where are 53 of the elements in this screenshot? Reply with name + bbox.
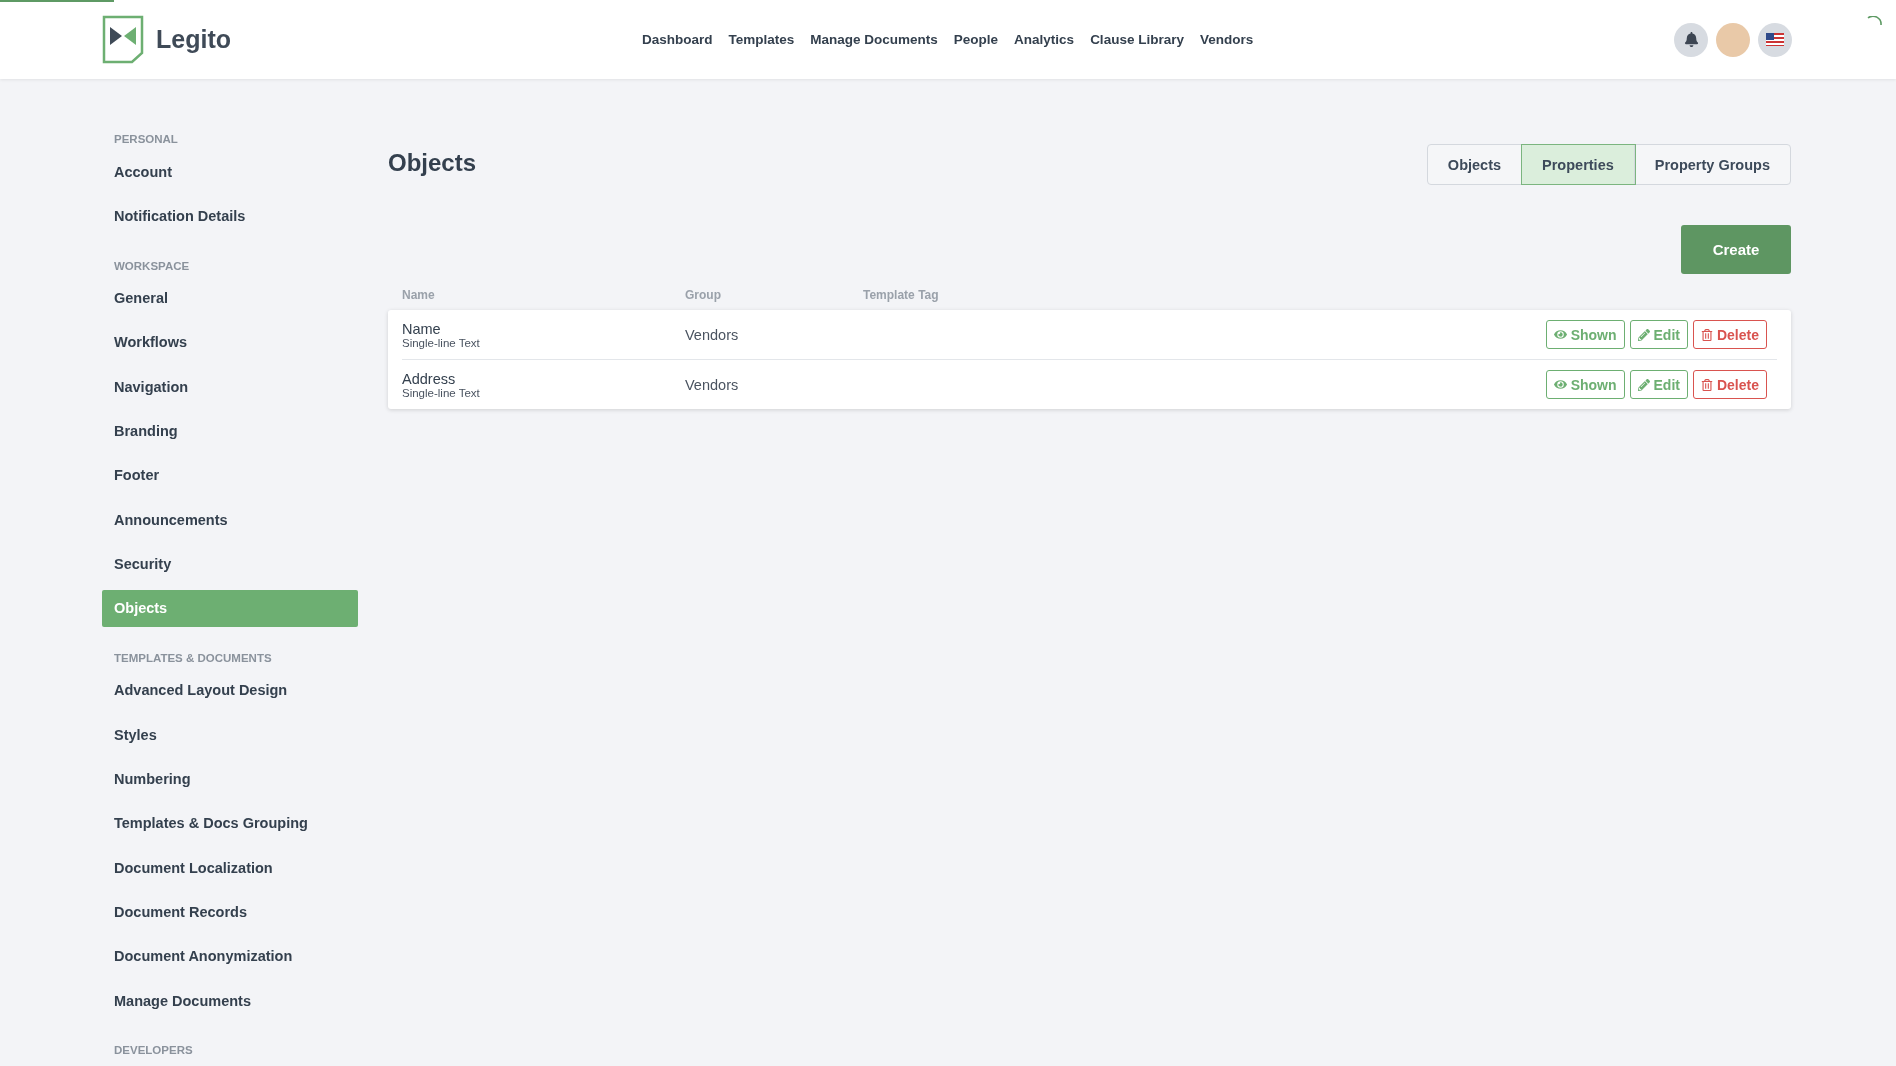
property-type: Single-line Text (402, 336, 481, 349)
page-title: Objects (388, 149, 477, 177)
column-header: Group (685, 288, 722, 302)
property-type: Single-line Text (402, 386, 481, 399)
sidebar-section-heading: WORKSPACE (113, 259, 191, 272)
sidebar-item[interactable]: Workflows (102, 323, 358, 361)
sidebar-item[interactable]: Notification Details (102, 197, 358, 235)
delete-button[interactable]: Delete (1692, 320, 1767, 349)
sidebar-item[interactable]: Styles (102, 716, 358, 754)
notification-bell-icon[interactable] (1674, 22, 1708, 57)
pencil-icon (1637, 328, 1650, 341)
sidebar-item[interactable]: Security (102, 545, 358, 583)
sidebar-item[interactable]: Advanced Layout Design (102, 671, 358, 709)
sidebar-item[interactable]: Navigation (102, 368, 358, 406)
sidebar-section-heading: TEMPLATES & DOCUMENTS (113, 651, 273, 664)
sidebar-item[interactable]: Document Records (102, 893, 358, 931)
nav-link[interactable]: Templates (728, 32, 795, 47)
sidebar-item[interactable]: Announcements (102, 501, 358, 539)
group-cell-text: Vendors (685, 326, 740, 343)
pencil-icon (1637, 378, 1650, 391)
delete-button[interactable]: Delete (1692, 370, 1767, 399)
eye-icon (1553, 378, 1567, 391)
sidebar-item[interactable]: Account (102, 153, 358, 190)
sidebar-section-heading: DEVELOPERS (113, 1044, 194, 1057)
sidebar-item[interactable]: Templates & Docs Grouping (102, 804, 358, 842)
sidebar-item[interactable]: Manage Documents (102, 982, 358, 1020)
language-flag-icon[interactable] (1758, 22, 1792, 57)
nav-link[interactable]: Vendors (1199, 32, 1254, 47)
sidebar-item[interactable]: General (102, 279, 358, 317)
loading-spinner-icon (1867, 16, 1882, 26)
sidebar-item[interactable]: Footer (102, 456, 358, 494)
sidebar-section-heading: PERSONAL (113, 133, 179, 145)
property-name: Address (402, 370, 457, 387)
sidebar-item[interactable]: Document Localization (102, 849, 358, 887)
sidebar-item[interactable]: Numbering (102, 760, 358, 798)
column-header: Name (402, 288, 436, 302)
nav-link[interactable]: Dashboard (642, 32, 713, 47)
nav-link[interactable]: Manage Documents (810, 32, 938, 47)
tab[interactable]: Properties (1522, 145, 1635, 184)
nav-link[interactable]: Clause Library (1090, 32, 1184, 47)
logo-text: Legito (156, 25, 231, 54)
property-name: Name (402, 320, 442, 337)
tab[interactable]: Property Groups (1634, 145, 1790, 184)
nav-link[interactable]: People (953, 32, 999, 47)
sidebar-item[interactable]: Document Anonymization (102, 937, 358, 975)
sidebar-item[interactable]: Branding (102, 412, 358, 450)
trash-icon (1700, 378, 1713, 391)
column-header: Template Tag (863, 288, 940, 302)
trash-icon (1700, 328, 1713, 341)
group-cell-text: Vendors (685, 376, 740, 393)
nav-link[interactable]: Analytics (1014, 32, 1075, 47)
eye-icon (1553, 328, 1567, 341)
logo-icon (102, 15, 144, 64)
